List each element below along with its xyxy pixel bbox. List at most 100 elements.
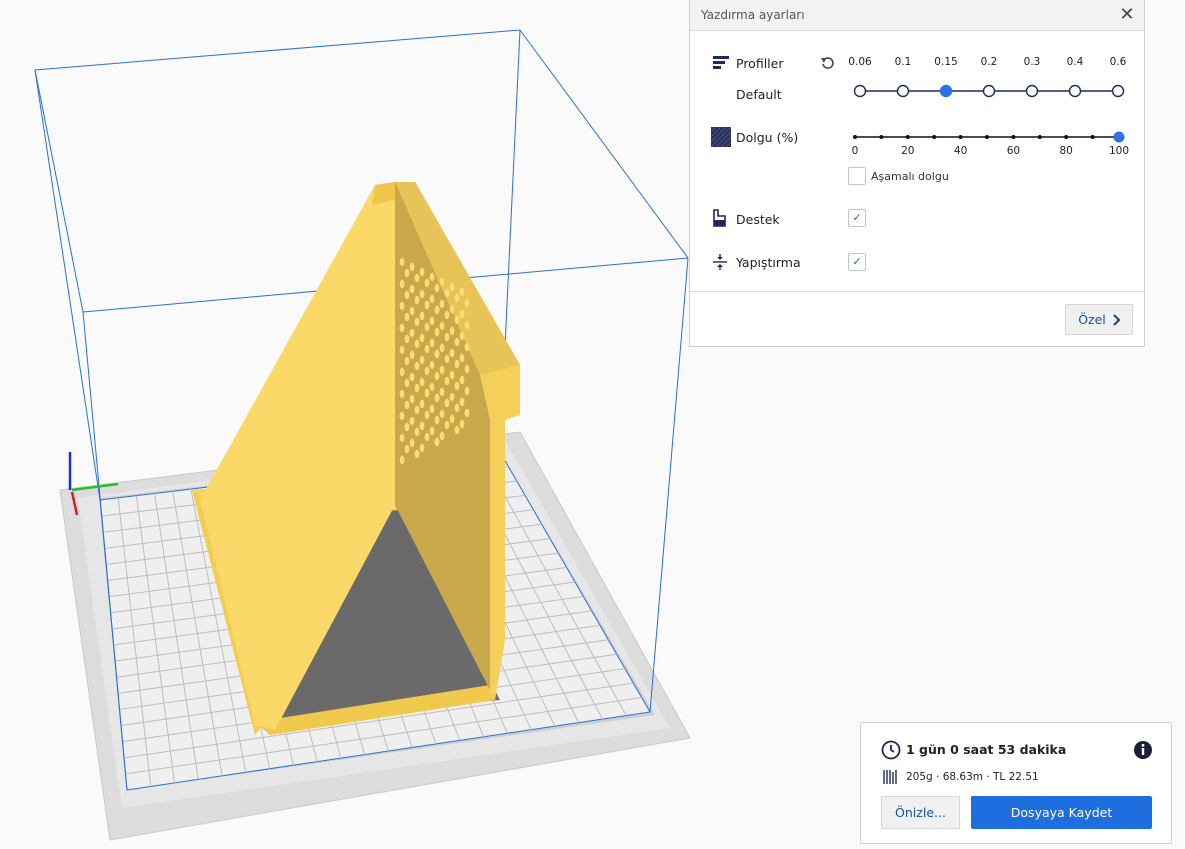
perforation-hole xyxy=(444,310,450,320)
perforation-hole xyxy=(424,366,430,376)
slider-step[interactable] xyxy=(1111,84,1125,98)
perforation-hole xyxy=(404,268,410,278)
layer-height-slider[interactable] xyxy=(850,80,1130,102)
perforation-hole xyxy=(399,389,405,399)
layer-height-tick: 0.3 xyxy=(1023,56,1041,68)
panel-divider xyxy=(690,291,1144,292)
perforation-hole xyxy=(459,287,465,297)
perforation-hole xyxy=(424,410,430,420)
perforation-hole xyxy=(404,356,410,366)
perforation-hole xyxy=(399,367,405,377)
support-icon xyxy=(713,209,726,227)
perforation-hole xyxy=(449,282,455,292)
perforation-hole xyxy=(439,277,445,287)
slider-handle[interactable] xyxy=(1113,131,1125,143)
layer-height-tick: 0.4 xyxy=(1066,56,1084,68)
perforation-hole xyxy=(459,353,465,363)
perforation-hole xyxy=(434,327,440,337)
perforation-hole xyxy=(439,321,445,331)
infill-tick-label: 80 xyxy=(1059,145,1073,157)
infill-label: Dolgu (%) xyxy=(736,130,799,145)
perforation-hole xyxy=(439,343,445,353)
perforation-hole xyxy=(434,349,440,359)
perforation-hole xyxy=(414,273,420,283)
infill-tick-label: 0 xyxy=(851,145,859,157)
gradual-infill-checkbox[interactable] xyxy=(848,167,866,185)
print-job-panel: 1 gün 0 saat 53 dakika 205g · 68.63m · T… xyxy=(860,722,1172,844)
infill-tick-label: 40 xyxy=(953,145,968,157)
perforation-hole xyxy=(409,438,415,448)
perforation-hole xyxy=(429,426,435,436)
perforation-hole xyxy=(409,372,415,382)
perforation-hole xyxy=(444,398,450,408)
adhesion-checkbox[interactable]: ✓ xyxy=(848,253,866,271)
slider-step[interactable] xyxy=(896,84,910,98)
perforation-hole xyxy=(444,376,450,386)
infill-icon xyxy=(711,127,731,147)
perforation-hole xyxy=(414,317,420,327)
panel-title: Yazdırma ayarları xyxy=(701,8,805,22)
support-checkbox[interactable]: ✓ xyxy=(848,209,866,227)
perforation-hole xyxy=(434,393,440,403)
perforation-hole xyxy=(429,338,435,348)
check-icon: ✓ xyxy=(852,255,862,268)
material-stats: 205g · 68.63m · TL 22.51 xyxy=(906,771,1039,783)
perforation-hole xyxy=(464,364,470,374)
perforation-hole xyxy=(424,344,430,354)
perforation-hole xyxy=(434,415,440,425)
custom-button[interactable]: Özel xyxy=(1065,304,1133,335)
check-icon: ✓ xyxy=(852,211,862,224)
perforation-hole xyxy=(404,378,410,388)
perforation-hole xyxy=(404,312,410,322)
perforation-hole xyxy=(449,414,455,424)
perforation-hole xyxy=(439,299,445,309)
perforation-hole xyxy=(434,305,440,315)
perforation-hole xyxy=(409,306,415,316)
perforation-hole xyxy=(429,316,435,326)
profiles-icon xyxy=(713,56,729,69)
slider-step[interactable] xyxy=(1068,84,1082,98)
perforation-hole xyxy=(434,283,440,293)
current-profile[interactable]: Default xyxy=(736,87,782,102)
info-icon[interactable] xyxy=(1133,740,1153,760)
perforation-hole xyxy=(404,400,410,410)
perforation-hole xyxy=(424,388,430,398)
perforation-hole xyxy=(444,332,450,342)
layer-height-tick: 0.1 xyxy=(894,56,912,68)
perforation-hole xyxy=(409,416,415,426)
perforation-hole xyxy=(424,322,430,332)
perforation-hole xyxy=(414,405,420,415)
perforation-hole xyxy=(459,419,465,429)
slider-tick xyxy=(985,135,989,139)
perforation-hole xyxy=(399,411,405,421)
perforation-hole xyxy=(424,300,430,310)
perforation-hole xyxy=(459,375,465,385)
perforation-hole xyxy=(464,386,470,396)
perforation-hole xyxy=(399,345,405,355)
perforation-hole xyxy=(454,315,460,325)
slider-handle[interactable] xyxy=(939,84,953,98)
slider-step[interactable] xyxy=(853,84,867,98)
chevron-right-icon xyxy=(1113,313,1120,326)
perforation-hole xyxy=(444,420,450,430)
perforation-hole xyxy=(434,437,440,447)
adhesion-icon xyxy=(713,254,727,270)
support-label: Destek xyxy=(736,212,780,227)
reset-icon[interactable] xyxy=(820,55,836,71)
save-to-file-button[interactable]: Dosyaya Kaydet xyxy=(971,796,1152,829)
custom-button-label: Özel xyxy=(1078,312,1106,327)
panel-header: Yazdırma ayarları xyxy=(690,0,1144,31)
perforation-hole xyxy=(409,394,415,404)
layer-height-tick: 0.15 xyxy=(934,56,958,68)
perforation-hole xyxy=(419,311,425,321)
slider-step[interactable] xyxy=(1025,84,1039,98)
slider-step[interactable] xyxy=(982,84,996,98)
perforation-hole xyxy=(454,403,460,413)
perforation-hole xyxy=(424,432,430,442)
perforation-hole xyxy=(399,301,405,311)
close-icon[interactable]: ✕ xyxy=(1118,5,1136,25)
preview-button[interactable]: Önizle... xyxy=(881,796,960,829)
infill-tick-label: 100 xyxy=(1108,145,1130,157)
infill-slider[interactable] xyxy=(848,128,1130,146)
perforation-hole xyxy=(449,304,455,314)
